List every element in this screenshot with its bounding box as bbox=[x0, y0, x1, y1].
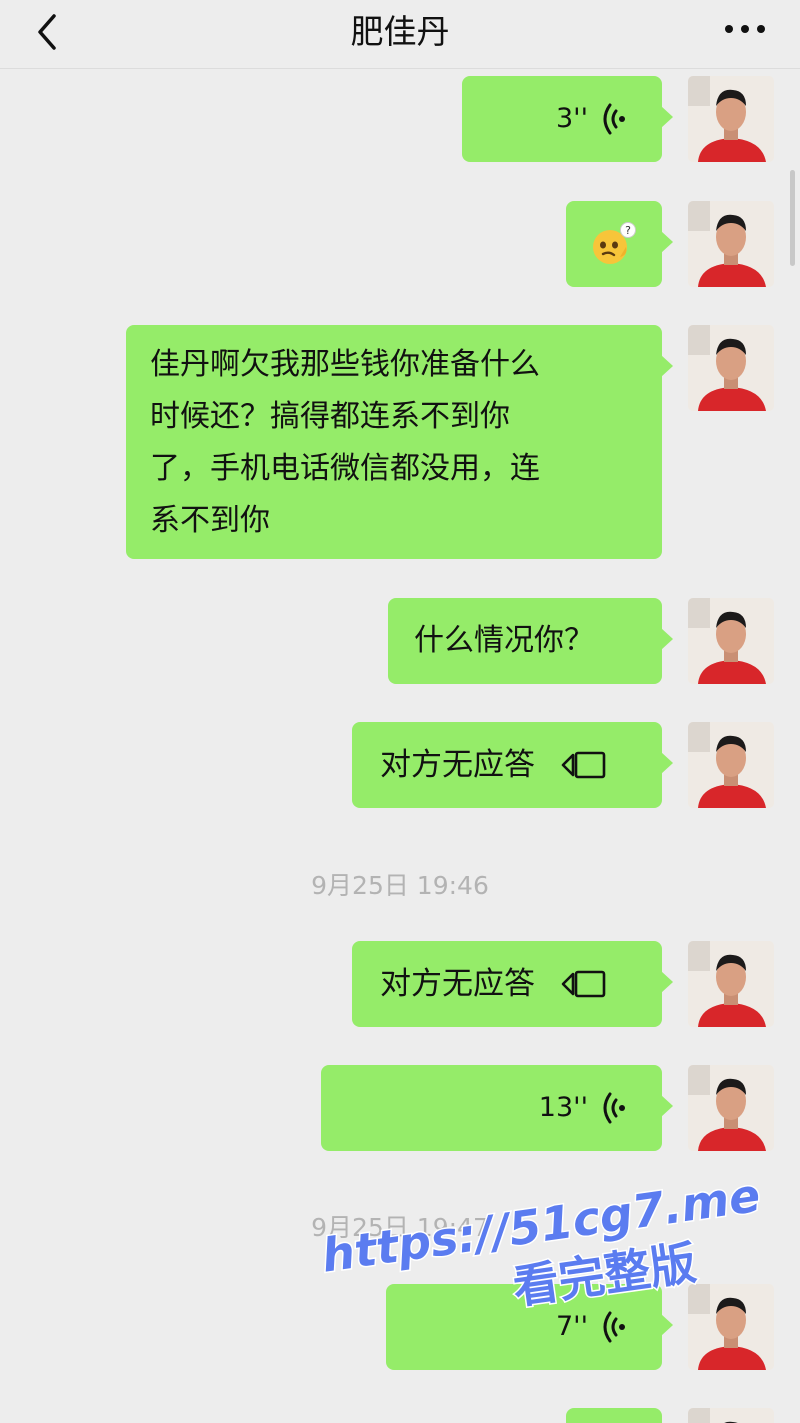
voice-wave-icon bbox=[603, 103, 625, 135]
voice-message-bubble[interactable]: 3'' bbox=[462, 76, 673, 162]
voice-duration: 13'' bbox=[538, 1092, 588, 1123]
message-line: 佳丹啊欠我那些钱你准备什么 bbox=[150, 347, 540, 382]
call-message-bubble[interactable]: 对方无应答 bbox=[352, 941, 673, 1027]
more-horizontal-icon[interactable] bbox=[720, 14, 770, 44]
video-call-icon bbox=[561, 970, 606, 998]
avatar[interactable] bbox=[688, 722, 774, 808]
text-message-bubble[interactable]: 什么情况你？ bbox=[388, 598, 673, 684]
message-row: 对方无应答 bbox=[0, 941, 800, 1029]
avatar[interactable] bbox=[688, 325, 774, 411]
message-line: 时候还？搞得都连系不到你 bbox=[150, 399, 510, 434]
message-row: ? bbox=[0, 201, 800, 289]
voice-wave-icon bbox=[603, 1311, 625, 1343]
sticker-message-bubble[interactable]: ? bbox=[566, 201, 673, 287]
voice-duration: 3'' bbox=[555, 103, 588, 134]
avatar[interactable] bbox=[688, 1065, 774, 1151]
avatar[interactable] bbox=[688, 598, 774, 684]
avatar[interactable] bbox=[688, 941, 774, 1027]
message-row: 7'' bbox=[0, 1284, 800, 1372]
message-row: 佳丹啊欠我那些钱你准备什么 时候还？搞得都连系不到你 了，手机电话微信都没用，连… bbox=[0, 325, 800, 561]
message-row: 对方无应答 bbox=[0, 722, 800, 810]
message-row: 什么情况你？ bbox=[0, 598, 800, 686]
message-row: 3'' bbox=[0, 76, 800, 164]
message-row-partial bbox=[0, 1408, 800, 1423]
voice-wave-icon bbox=[603, 1092, 625, 1124]
avatar[interactable] bbox=[688, 201, 774, 287]
chat-title: 肥佳丹 bbox=[350, 12, 450, 51]
call-status-text: 对方无应答 bbox=[380, 966, 535, 1002]
avatar[interactable] bbox=[688, 1408, 774, 1423]
voice-message-bubble[interactable]: 13'' bbox=[321, 1065, 673, 1151]
voice-message-bubble[interactable]: 7'' bbox=[386, 1284, 673, 1370]
message-row: 13'' bbox=[0, 1065, 800, 1153]
text-message-bubble[interactable]: 佳丹啊欠我那些钱你准备什么 时候还？搞得都连系不到你 了，手机电话微信都没用，连… bbox=[126, 325, 673, 559]
video-call-icon bbox=[561, 751, 606, 779]
voice-duration: 7'' bbox=[555, 1311, 588, 1342]
avatar[interactable] bbox=[688, 76, 774, 162]
call-message-bubble[interactable]: 对方无应答 bbox=[352, 722, 673, 808]
avatar[interactable] bbox=[688, 1284, 774, 1370]
call-status-text: 对方无应答 bbox=[380, 747, 535, 783]
message-bubble-partial[interactable] bbox=[566, 1408, 662, 1423]
chat-header: 肥佳丹 bbox=[0, 0, 800, 69]
confused-emoji-icon: ? bbox=[593, 222, 636, 264]
timestamp: 9月25日 19:47 bbox=[311, 1213, 489, 1242]
message-line: 了，手机电话微信都没用，连 bbox=[150, 451, 540, 486]
message-line: 系不到你 bbox=[150, 503, 270, 538]
svg-text:?: ? bbox=[625, 224, 631, 237]
timestamp: 9月25日 19:46 bbox=[311, 871, 489, 900]
message-text: 什么情况你？ bbox=[414, 623, 594, 658]
